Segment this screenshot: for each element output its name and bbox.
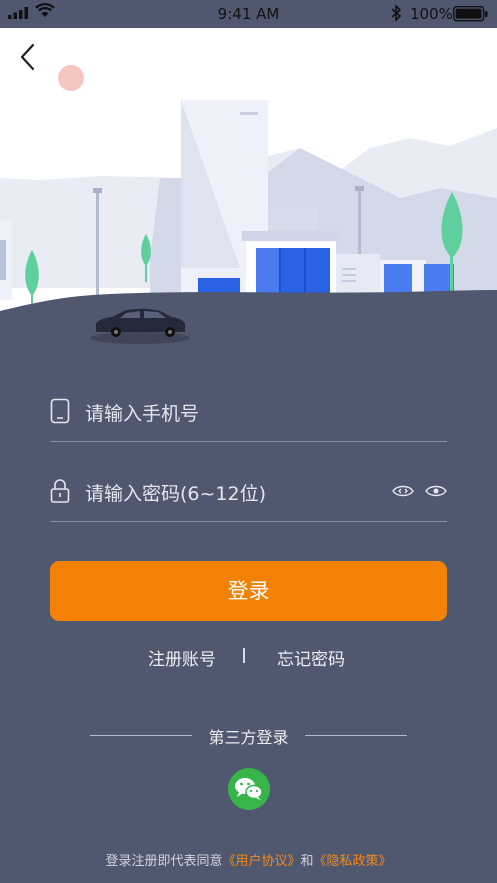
user-agreement-link[interactable]: 《用户协议》 <box>222 854 300 869</box>
battery-percent: 100% <box>410 5 453 23</box>
chevron-left-icon <box>20 43 35 71</box>
phone-placeholder: 请输入手机号 <box>85 403 200 425</box>
third-party-login: 第三方登录 <box>0 724 497 748</box>
eye-code-icon[interactable] <box>392 484 414 498</box>
divider-right <box>305 735 407 736</box>
city-illustration <box>0 28 497 348</box>
third-party-label: 第三方登录 <box>208 728 289 747</box>
phone-field[interactable]: 请输入手机号 <box>50 381 447 442</box>
forgot-password-link[interactable]: 忘记密码 <box>277 645 345 670</box>
privacy-policy-link[interactable]: 《隐私政策》 <box>314 854 392 869</box>
phone-icon <box>50 398 70 424</box>
account-links: 注册账号 忘记密码 <box>0 645 497 670</box>
register-link[interactable]: 注册账号 <box>148 645 216 670</box>
login-button[interactable]: 登录 <box>50 561 447 621</box>
lock-icon <box>50 479 70 503</box>
wechat-icon <box>235 778 263 800</box>
wechat-login-button[interactable] <box>228 768 270 810</box>
password-placeholder: 请输入密码(6~12位) <box>85 483 267 505</box>
password-field[interactable]: 请输入密码(6~12位) <box>50 461 447 522</box>
agreement-prefix: 登录注册即代表同意 <box>105 854 223 869</box>
eye-icon[interactable] <box>425 484 447 498</box>
password-visibility-toggles <box>392 483 447 502</box>
battery-icon <box>453 6 488 22</box>
bluetooth-icon <box>391 4 402 22</box>
agreement-notice: 登录注册即代表同意《用户协议》和《隐私政策》 <box>0 850 497 869</box>
status-bar: 9:41 AM 100% <box>0 0 497 28</box>
back-button[interactable] <box>14 40 44 74</box>
agreement-and: 和 <box>300 854 314 869</box>
links-divider <box>243 648 245 663</box>
